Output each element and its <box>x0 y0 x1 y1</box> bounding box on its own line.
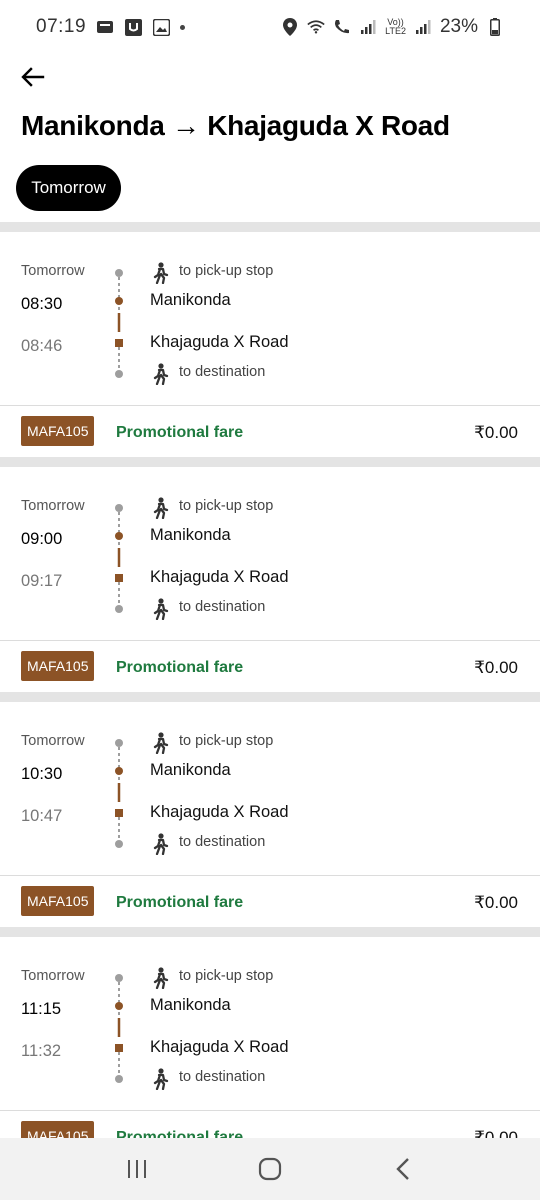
walk-to-pickup-label: to pick-up stop <box>179 498 274 514</box>
promo-code-badge: MAFA105 <box>21 651 95 681</box>
pickup-stop-name: Manikonda <box>150 291 231 309</box>
arrow-left-icon <box>21 67 45 87</box>
walk-to-destination-label: to destination <box>179 364 266 380</box>
status-right: Vo)) LTE2 23% <box>281 16 504 38</box>
dropoff-stop-name: Khajaguda X Road <box>150 803 289 821</box>
walk-to-pickup-label: to pick-up stop <box>179 968 274 984</box>
arrival-time: 11:32 <box>21 1042 62 1060</box>
battery-percent: 23% <box>439 16 478 37</box>
fare-label: Promotional fare <box>116 424 244 441</box>
departure-time: 10:30 <box>21 765 63 783</box>
arrival-time: 10:47 <box>21 807 63 825</box>
wifi-calling-icon <box>333 18 351 36</box>
fare-row: MAFA105 Promotional fare ₹0.00 <box>0 640 540 692</box>
walk-to-destination-label: to destination <box>179 834 266 850</box>
trip-card[interactable]: Tomorrow 11:15 11:32 to pick-up stop Manikon… <box>0 937 540 1162</box>
arrival-time: 09:17 <box>21 572 63 590</box>
trip-divider <box>0 927 540 937</box>
walk-to-pickup-label: to pick-up stop <box>179 263 274 279</box>
recent-apps-icon <box>127 1160 146 1178</box>
notification-u-icon <box>124 18 142 36</box>
battery-icon <box>486 18 504 36</box>
walk-icon <box>150 833 170 856</box>
location-icon <box>281 18 299 36</box>
day-filter-chip[interactable]: Tomorrow <box>16 165 121 211</box>
dropoff-stop-name: Khajaguda X Road <box>150 1038 289 1056</box>
signal-strength-1-icon <box>359 18 377 36</box>
arrival-time: 08:46 <box>21 337 63 355</box>
recent-apps-button[interactable] <box>115 1147 159 1191</box>
promo-code-badge: MAFA105 <box>21 416 95 446</box>
walk-icon <box>150 598 170 621</box>
home-button[interactable] <box>248 1147 292 1191</box>
walk-icon <box>150 262 170 285</box>
trip-day: Tomorrow <box>21 733 85 749</box>
route-line <box>108 967 132 1087</box>
network-type-text: LTE2 <box>385 26 406 36</box>
trip-card[interactable]: Tomorrow 10:30 10:47 to pick-up stop Manikon… <box>0 702 540 927</box>
page-title: Manikonda → Khajaguda X Road <box>21 110 450 141</box>
trip-card[interactable]: Tomorrow 08:30 08:46 to pick-up stop Manikon… <box>0 232 540 457</box>
walk-icon <box>150 967 170 990</box>
trip-day: Tomorrow <box>21 968 85 984</box>
wifi-icon <box>307 18 325 36</box>
route-line <box>108 262 132 382</box>
home-icon <box>258 1157 282 1181</box>
system-navigation-bar <box>0 1138 540 1200</box>
pickup-stop-name: Manikonda <box>150 526 231 544</box>
walk-icon <box>150 1068 170 1091</box>
signal-strength-2-icon <box>414 18 432 36</box>
pickup-stop-name: Manikonda <box>150 761 231 779</box>
status-bar: 07:19 Vo)) LTE2 23% <box>0 0 540 54</box>
section-divider <box>0 222 540 232</box>
fare-price: ₹0.00 <box>474 893 518 912</box>
notification-app-icon <box>96 18 114 36</box>
back-nav-button[interactable] <box>381 1147 425 1191</box>
trip-day: Tomorrow <box>21 263 85 279</box>
trip-day: Tomorrow <box>21 498 85 514</box>
gallery-icon <box>152 18 170 36</box>
walk-to-destination-label: to destination <box>179 599 266 615</box>
status-time: 07:19 <box>36 16 87 37</box>
departure-time: 09:00 <box>21 530 63 548</box>
pickup-stop-name: Manikonda <box>150 996 231 1014</box>
departure-time: 11:15 <box>21 1000 62 1018</box>
fare-row: MAFA105 Promotional fare ₹0.00 <box>0 405 540 457</box>
walk-icon <box>150 497 170 520</box>
walk-icon <box>150 363 170 386</box>
fare-price: ₹0.00 <box>474 658 518 677</box>
volte-label: Vo)) LTE2 <box>385 18 406 36</box>
route-line <box>108 732 132 852</box>
fare-label: Promotional fare <box>116 659 244 676</box>
fare-price: ₹0.00 <box>474 423 518 442</box>
fare-label: Promotional fare <box>116 894 244 911</box>
walk-to-destination-label: to destination <box>179 1069 266 1085</box>
walk-icon <box>150 732 170 755</box>
walk-to-pickup-label: to pick-up stop <box>179 733 274 749</box>
status-left: 07:19 <box>36 16 186 38</box>
route-line <box>108 497 132 617</box>
trip-divider <box>0 692 540 702</box>
dropoff-stop-name: Khajaguda X Road <box>150 333 289 351</box>
departure-time: 08:30 <box>21 295 63 313</box>
chevron-left-icon <box>396 1158 410 1180</box>
fare-row: MAFA105 Promotional fare ₹0.00 <box>0 875 540 927</box>
back-button[interactable] <box>18 62 48 92</box>
more-notifications-dot-icon <box>180 24 186 30</box>
promo-code-badge: MAFA105 <box>21 886 95 916</box>
trip-divider <box>0 457 540 467</box>
trip-card[interactable]: Tomorrow 09:00 09:17 to pick-up stop Manikon… <box>0 467 540 692</box>
dropoff-stop-name: Khajaguda X Road <box>150 568 289 586</box>
